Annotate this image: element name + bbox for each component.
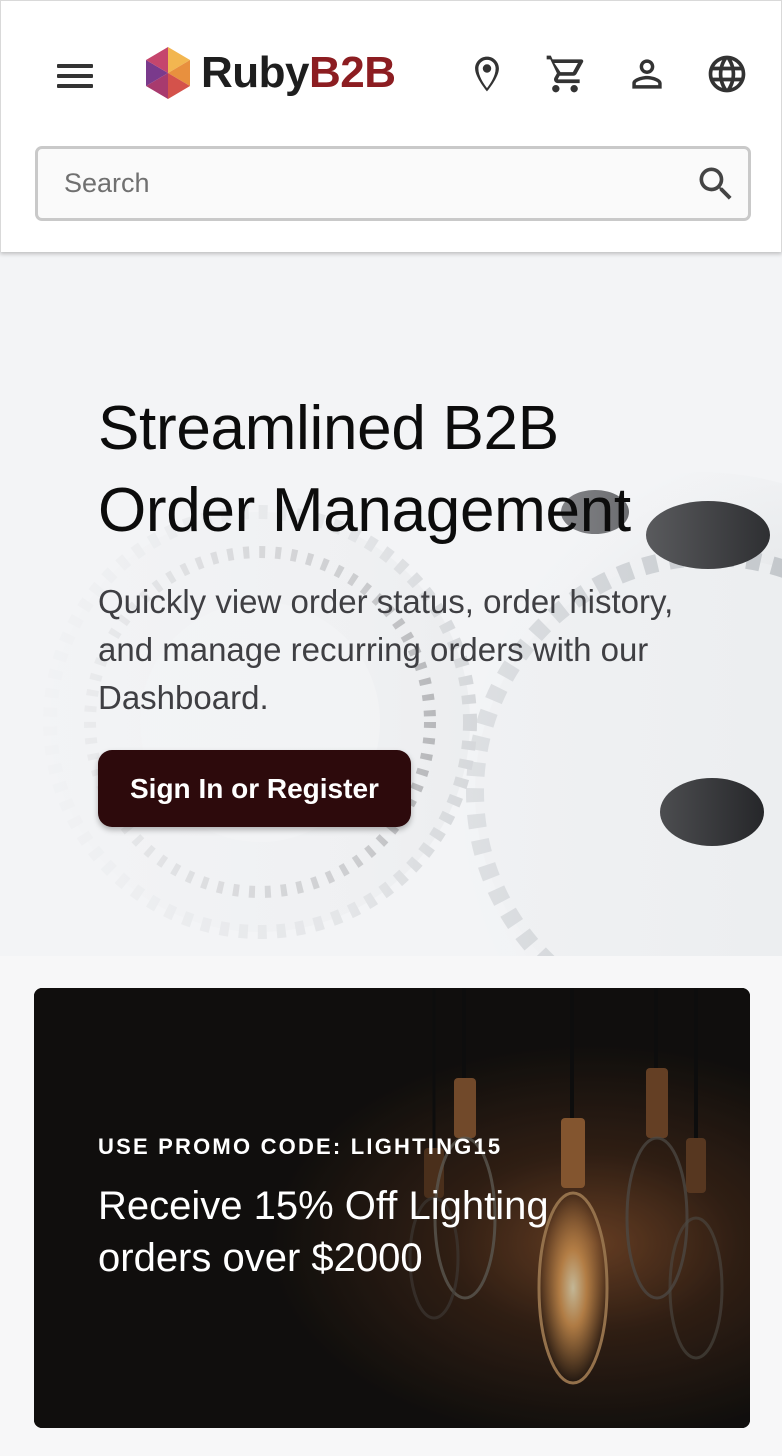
promo-headline: Receive 15% Off Lighting orders over $20… xyxy=(98,1184,549,1280)
cart-icon[interactable] xyxy=(543,52,587,96)
hero-subtitle: Quickly view order status, order history… xyxy=(98,583,674,716)
brand-name-ruby: Ruby xyxy=(201,48,310,97)
brand-logo[interactable]: RubyB2B xyxy=(145,45,396,101)
search-bar xyxy=(35,146,751,221)
promo-banner[interactable]: USE PROMO CODE: LIGHTING15 Receive 15% O… xyxy=(34,988,750,1428)
search-input[interactable] xyxy=(38,149,678,218)
hexagon-logo-icon xyxy=(146,47,190,99)
site-header: RubyB2B xyxy=(0,0,782,252)
menu-icon[interactable] xyxy=(55,61,95,91)
location-pin-icon[interactable] xyxy=(465,52,509,96)
globe-icon[interactable] xyxy=(705,52,749,96)
sign-in-register-button[interactable]: Sign In or Register xyxy=(98,750,411,827)
user-icon[interactable] xyxy=(625,52,669,96)
brand-name: RubyB2B xyxy=(201,51,396,95)
brand-name-b2b: B2B xyxy=(309,48,396,97)
menu-bar xyxy=(57,84,93,88)
menu-bar xyxy=(57,74,93,78)
menu-bar xyxy=(57,64,93,68)
search-icon[interactable] xyxy=(694,162,738,206)
promo-code-label: USE PROMO CODE: LIGHTING15 xyxy=(98,1134,503,1159)
hero-title: Streamlined B2B Order Management xyxy=(98,394,631,545)
hero-banner: Streamlined B2B Order Management Quickly… xyxy=(0,252,782,956)
